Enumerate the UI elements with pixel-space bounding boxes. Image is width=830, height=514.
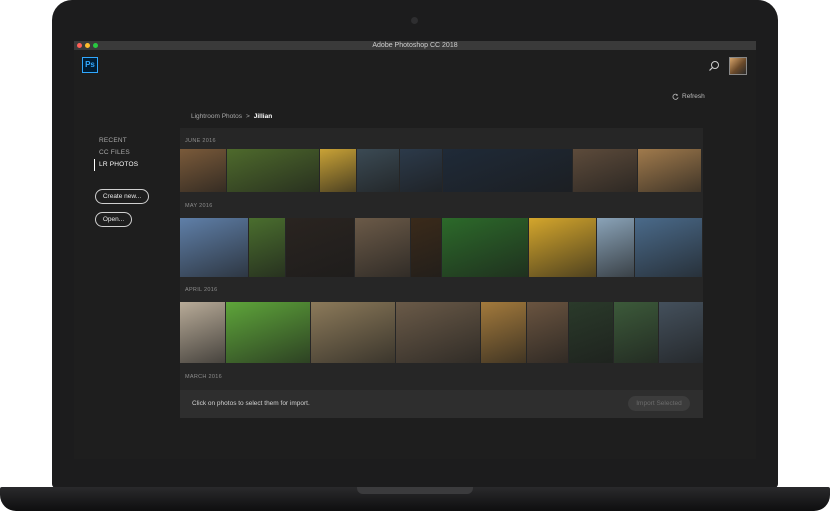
photo-thumbnail[interactable]	[357, 149, 399, 192]
photo-thumbnail[interactable]	[527, 302, 568, 363]
refresh-button[interactable]: Refresh	[672, 93, 705, 100]
photo-thumbnail[interactable]	[355, 218, 410, 277]
photo-thumbnail[interactable]	[638, 149, 701, 192]
breadcrumb-current: Jillian	[253, 113, 273, 120]
photo-row-april-2016	[180, 302, 703, 363]
import-footer: Click on photos to select them for impor…	[180, 390, 703, 418]
breadcrumb: Lightroom Photos > Jillian	[191, 113, 272, 120]
footer-hint: Click on photos to select them for impor…	[192, 400, 310, 407]
photo-thumbnail[interactable]	[180, 149, 226, 192]
user-avatar[interactable]	[729, 57, 747, 75]
open-button[interactable]: Open...	[95, 212, 132, 227]
photo-row-june-2016	[180, 149, 701, 192]
sidebar: RECENT CC FILES LR PHOTOS	[94, 135, 138, 171]
photo-row-may-2016	[180, 218, 702, 277]
photo-browser: JUNE 2016 MAY 2016 APRIL 2016 MARCH 2016	[180, 128, 703, 418]
photo-thumbnail[interactable]	[396, 302, 480, 363]
photo-thumbnail[interactable]	[411, 218, 441, 277]
photo-thumbnail[interactable]	[180, 218, 248, 277]
photo-thumbnail[interactable]	[442, 218, 528, 277]
app-bar: Ps	[74, 50, 756, 88]
photo-thumbnail[interactable]	[481, 302, 526, 363]
photoshop-logo: Ps	[82, 57, 98, 73]
photo-thumbnail[interactable]	[286, 218, 354, 277]
photo-thumbnail[interactable]	[226, 302, 310, 363]
window-title: Adobe Photoshop CC 2018	[372, 42, 458, 49]
photo-thumbnail[interactable]	[443, 149, 572, 192]
photo-thumbnail[interactable]	[635, 218, 702, 277]
photo-thumbnail[interactable]	[659, 302, 703, 363]
photo-thumbnail[interactable]	[569, 302, 613, 363]
photo-thumbnail[interactable]	[320, 149, 356, 192]
sidebar-item-cc-files[interactable]: CC FILES	[94, 147, 138, 159]
search-icon[interactable]	[708, 60, 720, 72]
photo-thumbnail[interactable]	[614, 302, 658, 363]
photo-thumbnail[interactable]	[529, 218, 596, 277]
sidebar-item-lr-photos[interactable]: LR PHOTOS	[94, 159, 138, 171]
import-selected-button[interactable]: Import Selected	[628, 396, 690, 411]
section-label-may-2016: MAY 2016	[185, 203, 213, 209]
section-label-april-2016: APRIL 2016	[185, 287, 218, 293]
photo-thumbnail[interactable]	[311, 302, 395, 363]
sidebar-item-recent[interactable]: RECENT	[94, 135, 138, 147]
title-bar: Adobe Photoshop CC 2018	[74, 41, 756, 50]
laptop-notch	[357, 487, 473, 494]
photo-thumbnail[interactable]	[249, 218, 285, 277]
photo-thumbnail[interactable]	[573, 149, 637, 192]
refresh-icon	[672, 93, 679, 100]
webcam	[411, 17, 418, 24]
breadcrumb-parent[interactable]: Lightroom Photos	[191, 113, 242, 120]
create-new-button[interactable]: Create new...	[95, 189, 149, 204]
section-label-march-2016: MARCH 2016	[185, 374, 222, 380]
photo-thumbnail[interactable]	[180, 302, 225, 363]
section-label-june-2016: JUNE 2016	[185, 138, 216, 144]
photo-thumbnail[interactable]	[227, 149, 319, 192]
photo-thumbnail[interactable]	[597, 218, 634, 277]
screen: Adobe Photoshop CC 2018 Ps Refresh RECEN…	[74, 41, 756, 459]
photo-thumbnail[interactable]	[400, 149, 442, 192]
breadcrumb-separator: >	[245, 113, 250, 120]
refresh-label: Refresh	[682, 93, 705, 100]
